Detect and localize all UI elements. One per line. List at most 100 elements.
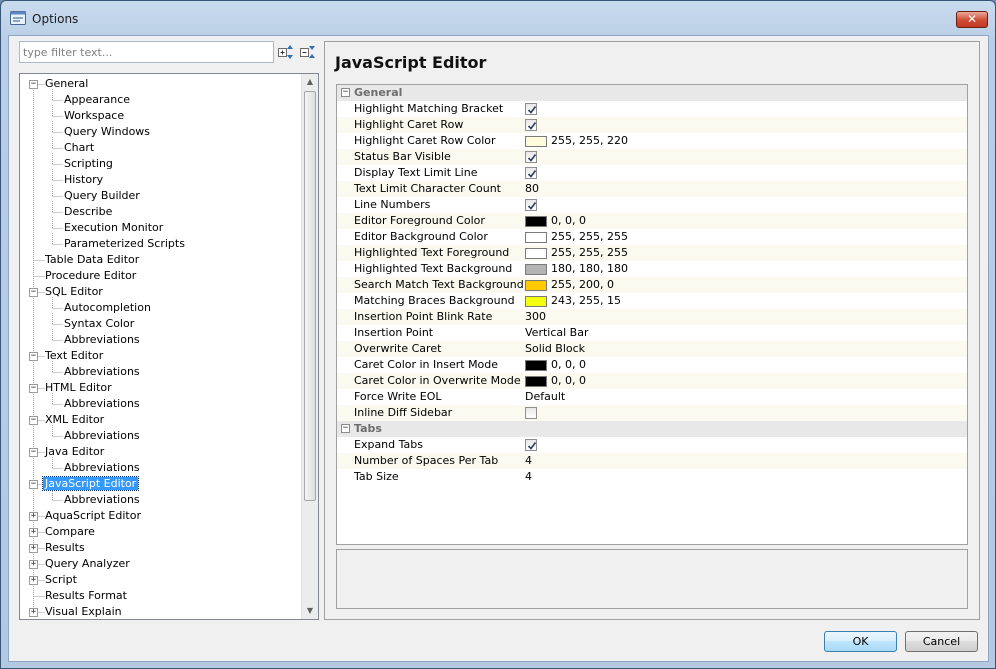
tree-item[interactable]: Java Editor xyxy=(43,444,106,460)
tree-item[interactable]: Compare xyxy=(43,524,97,540)
property-row[interactable]: Highlight Caret Row xyxy=(337,117,967,133)
tree-item[interactable]: HTML Editor xyxy=(43,380,114,396)
tree-scrollbar[interactable]: ▲ ▼ xyxy=(301,74,318,619)
collapse-icon[interactable]: − xyxy=(341,424,350,433)
scroll-thumb[interactable] xyxy=(304,91,316,501)
title-bar[interactable]: Options ✕ xyxy=(1,1,995,35)
property-row[interactable]: Expand Tabs xyxy=(337,437,967,453)
tree-item[interactable]: General xyxy=(43,76,90,92)
collapse-icon[interactable]: − xyxy=(29,288,38,297)
property-row[interactable]: Highlighted Text Background 180, 180, 180 xyxy=(337,261,967,277)
tree-item[interactable]: History xyxy=(62,172,105,188)
expand-icon[interactable]: + xyxy=(29,544,38,553)
scroll-up-icon[interactable]: ▲ xyxy=(302,74,318,90)
tree-item[interactable]: Abbreviations xyxy=(62,396,142,412)
collapse-icon[interactable]: − xyxy=(29,448,38,457)
collapse-icon[interactable]: − xyxy=(29,80,38,89)
property-row[interactable]: Inline Diff Sidebar xyxy=(337,405,967,421)
collapse-icon[interactable]: − xyxy=(29,480,38,489)
property-row[interactable]: Status Bar Visible xyxy=(337,149,967,165)
property-row[interactable]: Display Text Limit Line xyxy=(337,165,967,181)
property-value[interactable]: Default xyxy=(525,389,565,405)
color-swatch[interactable] xyxy=(525,248,547,259)
property-row[interactable]: Force Write EOL Default xyxy=(337,389,967,405)
tree-item[interactable]: Autocompletion xyxy=(62,300,153,316)
property-value[interactable]: 80 xyxy=(525,181,539,197)
tree-item[interactable]: Abbreviations xyxy=(62,428,142,444)
tree-item[interactable]: Script xyxy=(43,572,79,588)
color-swatch[interactable] xyxy=(525,216,547,227)
ok-button[interactable]: OK xyxy=(824,631,897,652)
tree-item[interactable]: Query Analyzer xyxy=(43,556,132,572)
tree-item[interactable]: Query Windows xyxy=(62,124,152,140)
property-grid[interactable]: − General Highlight Matching Bracket Highli… xyxy=(336,84,968,545)
property-row[interactable]: Number of Spaces Per Tab 4 xyxy=(337,453,967,469)
property-checkbox[interactable] xyxy=(525,103,537,115)
property-row[interactable]: Highlight Matching Bracket xyxy=(337,101,967,117)
tree-item[interactable]: Visual Explain xyxy=(43,604,124,619)
tree-item[interactable]: Abbreviations xyxy=(62,332,142,348)
property-row[interactable]: Tab Size 4 xyxy=(337,469,967,485)
color-swatch[interactable] xyxy=(525,376,547,387)
property-value[interactable]: 4 xyxy=(525,469,532,485)
collapse-icon[interactable]: − xyxy=(29,352,38,361)
property-checkbox[interactable] xyxy=(525,167,537,179)
filter-input[interactable] xyxy=(19,41,274,63)
property-checkbox[interactable] xyxy=(525,151,537,163)
tree-item[interactable]: Parameterized Scripts xyxy=(62,236,187,252)
property-row[interactable]: Highlighted Text Foreground 255, 255, 255 xyxy=(337,245,967,261)
property-row[interactable]: Editor Background Color 255, 255, 255 xyxy=(337,229,967,245)
color-swatch[interactable] xyxy=(525,360,547,371)
property-row[interactable]: Matching Braces Background 243, 255, 15 xyxy=(337,293,967,309)
tree-item[interactable]: XML Editor xyxy=(43,412,106,428)
collapse-icon[interactable]: − xyxy=(29,384,38,393)
tree-item[interactable]: Scripting xyxy=(62,156,115,172)
property-row[interactable]: Caret Color in Insert Mode 0, 0, 0 xyxy=(337,357,967,373)
expand-icon[interactable]: + xyxy=(29,576,38,585)
tree-item[interactable]: Execution Monitor xyxy=(62,220,165,236)
tree-item[interactable]: Describe xyxy=(62,204,114,220)
property-checkbox[interactable] xyxy=(525,439,537,451)
expand-all-icon[interactable] xyxy=(277,43,295,61)
expand-icon[interactable]: + xyxy=(29,512,38,521)
expand-icon[interactable]: + xyxy=(29,528,38,537)
tree-item[interactable]: Query Builder xyxy=(62,188,142,204)
property-row[interactable]: Line Numbers xyxy=(337,197,967,213)
property-checkbox[interactable] xyxy=(525,407,537,419)
property-row[interactable]: Search Match Text Background 255, 200, 0 xyxy=(337,277,967,293)
tree-item[interactable]: Table Data Editor xyxy=(43,252,141,268)
tree-item[interactable]: JavaScript Editor xyxy=(41,476,140,492)
options-tree[interactable]: General − Appearance Workspace Query Windows… xyxy=(19,73,319,620)
property-value[interactable]: 300 xyxy=(525,309,546,325)
color-swatch[interactable] xyxy=(525,280,547,291)
collapse-all-icon[interactable] xyxy=(299,43,317,61)
property-row[interactable]: Caret Color in Overwrite Mode 0, 0, 0 xyxy=(337,373,967,389)
property-row[interactable]: Insertion Point Blink Rate 300 xyxy=(337,309,967,325)
property-row[interactable]: Highlight Caret Row Color 255, 255, 220 xyxy=(337,133,967,149)
tree-item[interactable]: Procedure Editor xyxy=(43,268,138,284)
expand-icon[interactable]: + xyxy=(29,560,38,569)
collapse-icon[interactable]: − xyxy=(341,88,350,97)
tree-item[interactable]: Text Editor xyxy=(43,348,105,364)
property-row[interactable]: Text Limit Character Count 80 xyxy=(337,181,967,197)
color-swatch[interactable] xyxy=(525,232,547,243)
tree-item[interactable]: AquaScript Editor xyxy=(43,508,143,524)
property-value[interactable]: 4 xyxy=(525,453,532,469)
tree-item[interactable]: SQL Editor xyxy=(43,284,105,300)
property-row[interactable]: Insertion Point Vertical Bar xyxy=(337,325,967,341)
color-swatch[interactable] xyxy=(525,296,547,307)
property-category[interactable]: − General xyxy=(337,85,967,101)
tree-item[interactable]: Chart xyxy=(62,140,96,156)
tree-item[interactable]: Abbreviations xyxy=(62,364,142,380)
tree-item[interactable]: Appearance xyxy=(62,92,132,108)
property-category[interactable]: − Tabs xyxy=(337,421,967,437)
property-checkbox[interactable] xyxy=(525,119,537,131)
cancel-button[interactable]: Cancel xyxy=(905,631,978,652)
property-row[interactable]: Overwrite Caret Solid Block xyxy=(337,341,967,357)
tree-item[interactable]: Syntax Color xyxy=(62,316,136,332)
scroll-down-icon[interactable]: ▼ xyxy=(302,603,318,619)
tree-item[interactable]: Abbreviations xyxy=(62,492,142,508)
property-checkbox[interactable] xyxy=(525,199,537,211)
close-button[interactable]: ✕ xyxy=(956,11,988,28)
tree-item[interactable]: Abbreviations xyxy=(62,460,142,476)
